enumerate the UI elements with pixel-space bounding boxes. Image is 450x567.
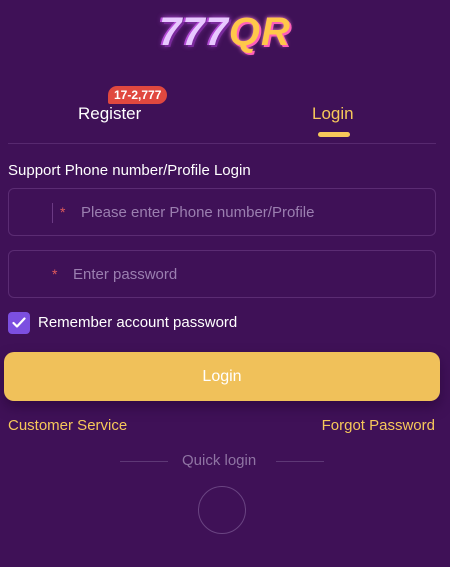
app-logo: 777QR [0, 12, 450, 52]
checkmark-icon [12, 317, 26, 328]
phone-field: * [8, 188, 436, 236]
customer-service-link[interactable]: Customer Service [8, 417, 127, 434]
tab-login[interactable]: Login [312, 104, 354, 124]
login-section-title: Support Phone number/Profile Login [8, 162, 251, 179]
quick-login-divider: Quick login [0, 452, 450, 472]
password-field: * [8, 250, 436, 298]
divider-line [276, 461, 324, 462]
login-page: 777QR Register 17-2,777 Login Support Ph… [0, 0, 450, 567]
tabs-divider [8, 143, 436, 144]
auth-tabs: Register 17-2,777 Login [0, 86, 450, 144]
remember-checkbox[interactable] [8, 312, 30, 334]
tab-register[interactable]: Register [78, 104, 141, 124]
required-marker: * [52, 266, 58, 282]
password-input[interactable] [73, 251, 423, 297]
field-separator [52, 203, 53, 223]
register-badge: 17-2,777 [108, 86, 168, 104]
forgot-password-link[interactable]: Forgot Password [322, 417, 435, 434]
active-tab-indicator [318, 132, 350, 137]
logo-letters: QR [228, 10, 291, 54]
required-marker: * [60, 204, 66, 220]
remember-label: Remember account password [38, 314, 238, 331]
phone-input[interactable] [81, 189, 426, 235]
quick-login-label: Quick login [182, 452, 257, 469]
login-button[interactable]: Login [4, 352, 440, 401]
divider-line [120, 461, 168, 462]
logo-numbers: 777 [159, 10, 229, 54]
quick-login-button[interactable] [198, 486, 246, 534]
